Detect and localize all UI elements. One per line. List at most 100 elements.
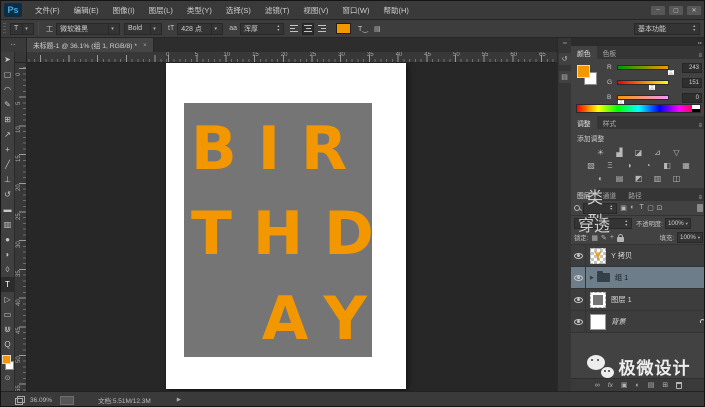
gradient-tool[interactable]: ▥: [1, 217, 15, 232]
tab-swatches[interactable]: 色板: [597, 46, 623, 59]
move-tool[interactable]: ➤: [1, 52, 15, 67]
font-size-select[interactable]: 428 点 ▾: [177, 23, 223, 35]
menu-item-1[interactable]: 编辑(E): [67, 5, 106, 16]
document-tab[interactable]: 未标题-1 @ 36.1% (组 1, RGB/8) * ×: [27, 38, 154, 52]
invert-icon[interactable]: ◐: [594, 173, 607, 184]
color-balance-icon[interactable]: Ξ: [604, 160, 617, 171]
anti-alias-select[interactable]: 浑厚 ▲▼: [240, 23, 284, 35]
hand-tool[interactable]: ⋓: [1, 322, 15, 337]
color-lookup-icon[interactable]: ▦: [680, 160, 693, 171]
menu-item-8[interactable]: 窗口(W): [335, 5, 376, 16]
delete-layer-icon[interactable]: [676, 382, 682, 389]
color-spectrum-bar[interactable]: [576, 104, 701, 113]
menu-item-4[interactable]: 类型(Y): [180, 5, 219, 16]
rectangle-tool[interactable]: ▭: [1, 307, 15, 322]
type-tool[interactable]: T: [1, 277, 15, 292]
toggle-panels-icon[interactable]: ▤: [374, 25, 381, 33]
selective-color-icon[interactable]: ◫: [670, 173, 683, 184]
hue-saturation-icon[interactable]: ▧: [585, 160, 598, 171]
close-button[interactable]: ✕: [687, 6, 701, 15]
blur-tool[interactable]: ●: [1, 232, 15, 247]
font-style-select[interactable]: Bold ▾: [124, 23, 162, 35]
channel-value[interactable]: 151: [682, 78, 702, 88]
filter-type-layers-icon[interactable]: T: [637, 204, 646, 212]
align-left-icon[interactable]: [288, 23, 300, 35]
maximize-button[interactable]: ▢: [669, 6, 683, 15]
workspace-select[interactable]: 基本功能 ▲▼: [634, 23, 700, 35]
threshold-icon[interactable]: ◩: [632, 173, 645, 184]
status-options-arrow-icon[interactable]: ▶: [177, 397, 181, 403]
poster-gray-rectangle[interactable]: BIRTHDAY: [184, 103, 372, 357]
align-right-icon[interactable]: [316, 23, 328, 35]
levels-icon[interactable]: ▟: [613, 147, 626, 158]
document-page[interactable]: BIRTHDAY: [166, 63, 406, 389]
lock-all-icon[interactable]: [617, 237, 624, 242]
posterize-icon[interactable]: ▤: [613, 173, 626, 184]
layer-row[interactable]: YY 拷贝: [571, 245, 705, 267]
photo-filter-icon[interactable]: ◔: [642, 160, 655, 171]
gradient-map-icon[interactable]: ▥: [651, 173, 664, 184]
filter-smart-objects-icon[interactable]: ⊡: [655, 204, 664, 212]
layer-style-icon[interactable]: fx: [608, 382, 613, 389]
minimize-button[interactable]: –: [651, 6, 665, 15]
lock-transparent-pixels-icon[interactable]: ▦: [591, 234, 598, 242]
menu-item-3[interactable]: 图层(L): [142, 5, 180, 16]
foreground-color-swatch[interactable]: [577, 65, 590, 78]
channel-value[interactable]: 0: [682, 93, 702, 103]
layer-row[interactable]: 图层 1: [571, 289, 705, 311]
rectangular-marquee-tool[interactable]: ▢: [1, 67, 15, 82]
properties-panel-icon[interactable]: ▤: [559, 71, 571, 83]
menu-item-6[interactable]: 滤镜(T): [258, 5, 297, 16]
curves-icon[interactable]: ◪: [632, 147, 645, 158]
menu-item-5[interactable]: 选择(S): [219, 5, 258, 16]
expand-panels-icon[interactable]: ◂◂: [562, 38, 566, 47]
link-layers-icon[interactable]: ∞: [595, 382, 600, 389]
visibility-toggle[interactable]: [571, 289, 586, 310]
lock-image-pixels-icon[interactable]: ✎: [601, 234, 607, 242]
filter-pixel-layers-icon[interactable]: ▣: [619, 204, 628, 212]
white-black-swatches[interactable]: [692, 105, 700, 112]
tab-color[interactable]: 颜色: [571, 46, 597, 59]
slider-track[interactable]: [617, 95, 669, 100]
menu-item-9[interactable]: 帮助(H): [377, 5, 416, 16]
fill-input[interactable]: 100% ▾: [677, 232, 703, 243]
new-layer-icon[interactable]: ⊞: [662, 381, 668, 389]
eraser-tool[interactable]: ▬: [1, 202, 15, 217]
align-center-icon[interactable]: [302, 23, 314, 35]
panel-menu-icon[interactable]: ≡: [698, 195, 705, 201]
add-layer-mask-icon[interactable]: ▣: [621, 381, 628, 389]
history-panel-icon[interactable]: ↺: [559, 53, 571, 65]
history-brush-tool[interactable]: ↺: [1, 187, 15, 202]
foreground-color-swatch[interactable]: [2, 355, 11, 364]
black-white-icon[interactable]: ◑: [623, 160, 636, 171]
new-group-icon[interactable]: ▤: [648, 381, 655, 389]
blend-mode-select[interactable]: 穿透 ▲▼: [574, 218, 632, 229]
toolbar-collapse-stub[interactable]: ▪▪: [1, 38, 27, 52]
slider-track[interactable]: [617, 80, 669, 85]
zoom-level-input[interactable]: 36.09%: [30, 397, 52, 404]
font-family-select[interactable]: 微软雅黑 ▾: [56, 23, 120, 35]
layer-row[interactable]: ▶组 1: [571, 267, 705, 289]
crop-tool[interactable]: ⊞: [1, 112, 15, 127]
filter-shape-layers-icon[interactable]: ▢: [646, 204, 655, 212]
channel-mixer-icon[interactable]: ◧: [661, 160, 674, 171]
warp-text-icon[interactable]: T‿: [358, 25, 368, 33]
brush-tool[interactable]: ╱: [1, 157, 15, 172]
red-slider[interactable]: R243: [607, 61, 702, 76]
layer-row[interactable]: 背景: [571, 311, 705, 333]
eyedropper-tool[interactable]: ↗: [1, 127, 15, 142]
filter-toggle-icon[interactable]: [697, 204, 703, 212]
visibility-toggle[interactable]: [571, 267, 586, 288]
slider-track[interactable]: [617, 65, 669, 70]
quick-selection-tool[interactable]: ✎: [1, 97, 15, 112]
vibrance-icon[interactable]: ▽: [670, 147, 683, 158]
collapse-panels-bar[interactable]: ▸▸: [571, 38, 705, 46]
visibility-toggle[interactable]: [571, 311, 586, 332]
menu-item-0[interactable]: 文件(F): [28, 5, 67, 16]
menu-item-2[interactable]: 图像(I): [106, 5, 142, 16]
channel-value[interactable]: 243: [682, 63, 702, 73]
lock-position-icon[interactable]: +: [610, 234, 614, 241]
brightness-contrast-icon[interactable]: ☀: [594, 147, 607, 158]
exposure-icon[interactable]: ⊿: [651, 147, 664, 158]
spot-healing-brush-tool[interactable]: +: [1, 142, 15, 157]
